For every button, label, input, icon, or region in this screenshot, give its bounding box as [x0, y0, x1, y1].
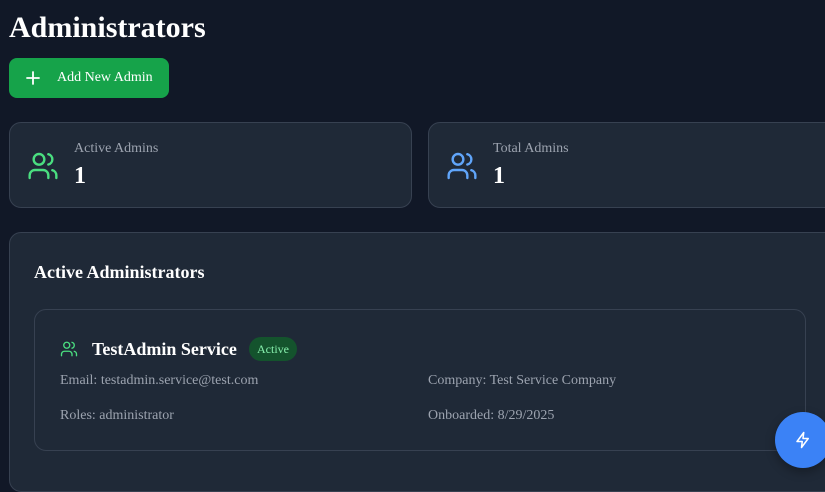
section-title: Active Administrators: [34, 262, 205, 282]
active-admins-label: Active Admins: [74, 141, 159, 156]
status-badge: Active: [249, 337, 297, 361]
add-new-admin-button[interactable]: Add New Admin: [9, 58, 169, 98]
admin-email: Email: testadmin.service@test.com: [60, 373, 259, 388]
zap-icon: [794, 431, 812, 449]
admin-roles: Roles: administrator: [60, 408, 174, 423]
admin-onboarded: Onboarded: 8/29/2025: [428, 408, 555, 423]
active-admins-value: 1: [74, 163, 86, 189]
active-administrators-panel: Active Administrators TestAdmin Service …: [9, 232, 825, 492]
admin-card[interactable]: TestAdmin Service Active Email: testadmi…: [34, 309, 806, 451]
users-icon: [446, 150, 478, 182]
admin-name: TestAdmin Service: [92, 339, 237, 359]
total-admins-label: Total Admins: [493, 141, 569, 156]
users-icon: [60, 340, 78, 358]
users-icon: [27, 150, 59, 182]
active-admins-card: Active Admins 1: [9, 122, 412, 208]
admin-company: Company: Test Service Company: [428, 373, 617, 388]
plus-icon: [26, 71, 40, 85]
add-new-admin-label: Add New Admin: [57, 70, 153, 85]
page-title: Administrators: [9, 11, 206, 44]
quick-action-button[interactable]: [775, 412, 825, 468]
total-admins-card: Total Admins 1: [428, 122, 825, 208]
total-admins-value: 1: [493, 163, 505, 189]
